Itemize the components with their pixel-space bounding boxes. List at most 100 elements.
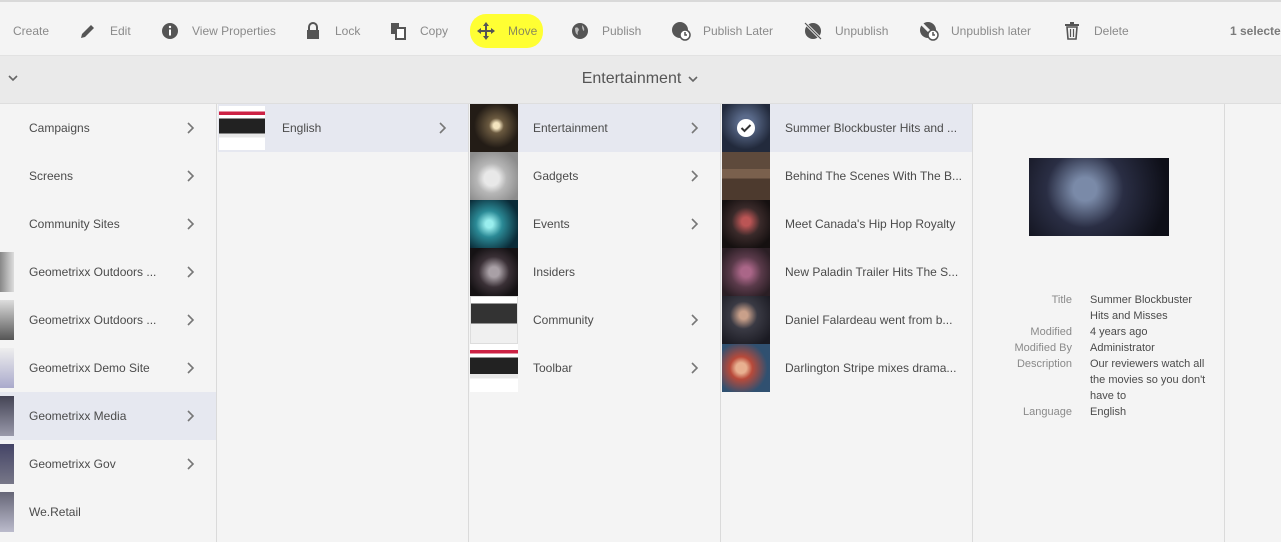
action-toolbar: Create Edit View Properties Lock Copy Mo… (0, 0, 1281, 56)
chevron-right-icon[interactable] (690, 121, 710, 135)
list-item[interactable]: Toolbar (470, 344, 720, 392)
empty-column (1226, 104, 1281, 542)
chevron-right-icon[interactable] (186, 361, 206, 375)
list-item-selected[interactable]: English (218, 104, 468, 152)
chevron-right-icon[interactable] (186, 169, 206, 183)
list-item[interactable]: Geometrixx Outdoors ... (0, 248, 216, 296)
list-item[interactable]: Community Sites (0, 200, 216, 248)
unpublish-button[interactable]: Unpublish (803, 14, 888, 48)
edit-button[interactable]: Edit (78, 14, 131, 48)
selection-count: 1 selecte (1230, 24, 1281, 38)
item-label: Summer Blockbuster Hits and ... (785, 121, 958, 135)
publish-later-label: Publish Later (703, 24, 774, 38)
meta-key: Modified (1030, 326, 1072, 338)
meta-value: 4 years ago (1090, 326, 1148, 338)
publish-later-button[interactable]: Publish Later (671, 14, 773, 48)
title-chevron-down-icon (688, 76, 698, 82)
unpublish-later-button[interactable]: Unpublish later (919, 14, 1031, 48)
column-sites: Campaigns Screens Community Sites Geomet… (0, 104, 217, 542)
globe-off-icon (803, 21, 823, 41)
list-item[interactable]: Geometrixx Outdoors ... (0, 296, 216, 344)
list-item[interactable]: Darlington Stripe mixes drama... (722, 344, 972, 392)
item-label: Darlington Stripe mixes drama... (785, 361, 957, 375)
thumbnail (470, 296, 518, 344)
list-item-selected[interactable]: Entertainment (470, 104, 720, 152)
item-label: Geometrixx Demo Site (29, 361, 150, 375)
list-item[interactable]: Daniel Falardeau went from b... (722, 296, 972, 344)
list-item[interactable]: Community (470, 296, 720, 344)
chevron-right-icon[interactable] (186, 457, 206, 471)
copy-button[interactable]: Copy (388, 14, 448, 48)
thumbnail (0, 300, 14, 340)
globe-clock-icon (671, 21, 691, 41)
item-label: Geometrixx Outdoors ... (29, 265, 157, 279)
chevron-right-icon[interactable] (186, 409, 206, 423)
unpublish-later-label: Unpublish later (951, 24, 1032, 38)
move-label: Move (508, 24, 538, 38)
publish-button[interactable]: Publish (570, 14, 641, 48)
chevron-right-icon[interactable] (690, 217, 710, 231)
chevron-right-icon[interactable] (186, 217, 206, 231)
list-item-selected[interactable]: Geometrixx Media (0, 392, 216, 440)
thumbnail (722, 200, 770, 248)
list-item[interactable]: Geometrixx Demo Site (0, 344, 216, 392)
chevron-right-icon[interactable] (438, 121, 458, 135)
item-label: Insiders (533, 265, 576, 279)
thumbnail (722, 104, 770, 152)
thumbnail (470, 104, 518, 152)
list-item[interactable]: Geometrixx Gov (0, 440, 216, 488)
column-articles: Summer Blockbuster Hits and ... Behind T… (722, 104, 973, 542)
move-icon (476, 21, 496, 41)
list-item[interactable]: Behind The Scenes With The B... (722, 152, 972, 200)
thumbnail (0, 156, 14, 196)
thumbnail (0, 348, 14, 388)
meta-modified: Modified 4 years ago (974, 324, 1224, 340)
thumbnail (0, 252, 14, 292)
item-label: Toolbar (533, 361, 573, 375)
meta-key: Title (1051, 294, 1072, 306)
meta-value: Administrator (1090, 342, 1155, 354)
chevron-right-icon[interactable] (186, 265, 206, 279)
metadata: Title Summer Blockbuster Hits and Misses… (974, 292, 1224, 420)
list-item[interactable]: New Paladin Trailer Hits The S... (722, 248, 972, 296)
thumbnail (722, 296, 770, 344)
item-label: Behind The Scenes With The B... (785, 169, 962, 183)
delete-label: Delete (1094, 24, 1129, 38)
meta-title: Title Summer Blockbuster Hits and Misses (974, 292, 1224, 324)
list-item[interactable]: Events (470, 200, 720, 248)
delete-button[interactable]: Delete (1062, 14, 1129, 48)
list-item[interactable]: Gadgets (470, 152, 720, 200)
chevron-right-icon[interactable] (690, 313, 710, 327)
lock-button[interactable]: Lock (303, 14, 360, 48)
list-item[interactable]: Campaigns (0, 104, 216, 152)
copy-label: Copy (420, 24, 449, 38)
chevron-right-icon[interactable] (690, 169, 710, 183)
column-sections: Entertainment Gadgets Events Insiders Co… (470, 104, 721, 542)
thumbnail (0, 444, 14, 484)
lock-icon (303, 21, 323, 41)
list-item[interactable]: Meet Canada's Hip Hop Royalty (722, 200, 972, 248)
list-item[interactable]: Screens (0, 152, 216, 200)
chevron-right-icon[interactable] (186, 121, 206, 135)
create-label: Create (13, 24, 50, 38)
thumbnail (470, 200, 518, 248)
chevron-right-icon[interactable] (690, 361, 710, 375)
meta-modified-by: Modified By Administrator (974, 340, 1224, 356)
list-item-selected[interactable]: Summer Blockbuster Hits and ... (722, 104, 972, 152)
column-languages: English (218, 104, 469, 542)
trash-icon (1062, 21, 1082, 41)
list-item[interactable]: We.Retail (0, 488, 216, 536)
item-label: Campaigns (29, 121, 90, 135)
view-properties-button[interactable]: View Properties (160, 14, 276, 48)
item-label: Entertainment (533, 121, 608, 135)
page-title[interactable]: Entertainment (0, 70, 1281, 88)
move-button[interactable]: Move (470, 14, 544, 48)
create-button[interactable]: Create (13, 14, 49, 48)
thumbnail (0, 204, 14, 244)
list-item[interactable]: Insiders (470, 248, 720, 296)
checkmark-icon[interactable] (736, 118, 756, 138)
view-properties-label: View Properties (192, 24, 276, 38)
meta-key: Description (1016, 358, 1072, 370)
thumbnail (722, 344, 770, 392)
chevron-right-icon[interactable] (186, 313, 206, 327)
